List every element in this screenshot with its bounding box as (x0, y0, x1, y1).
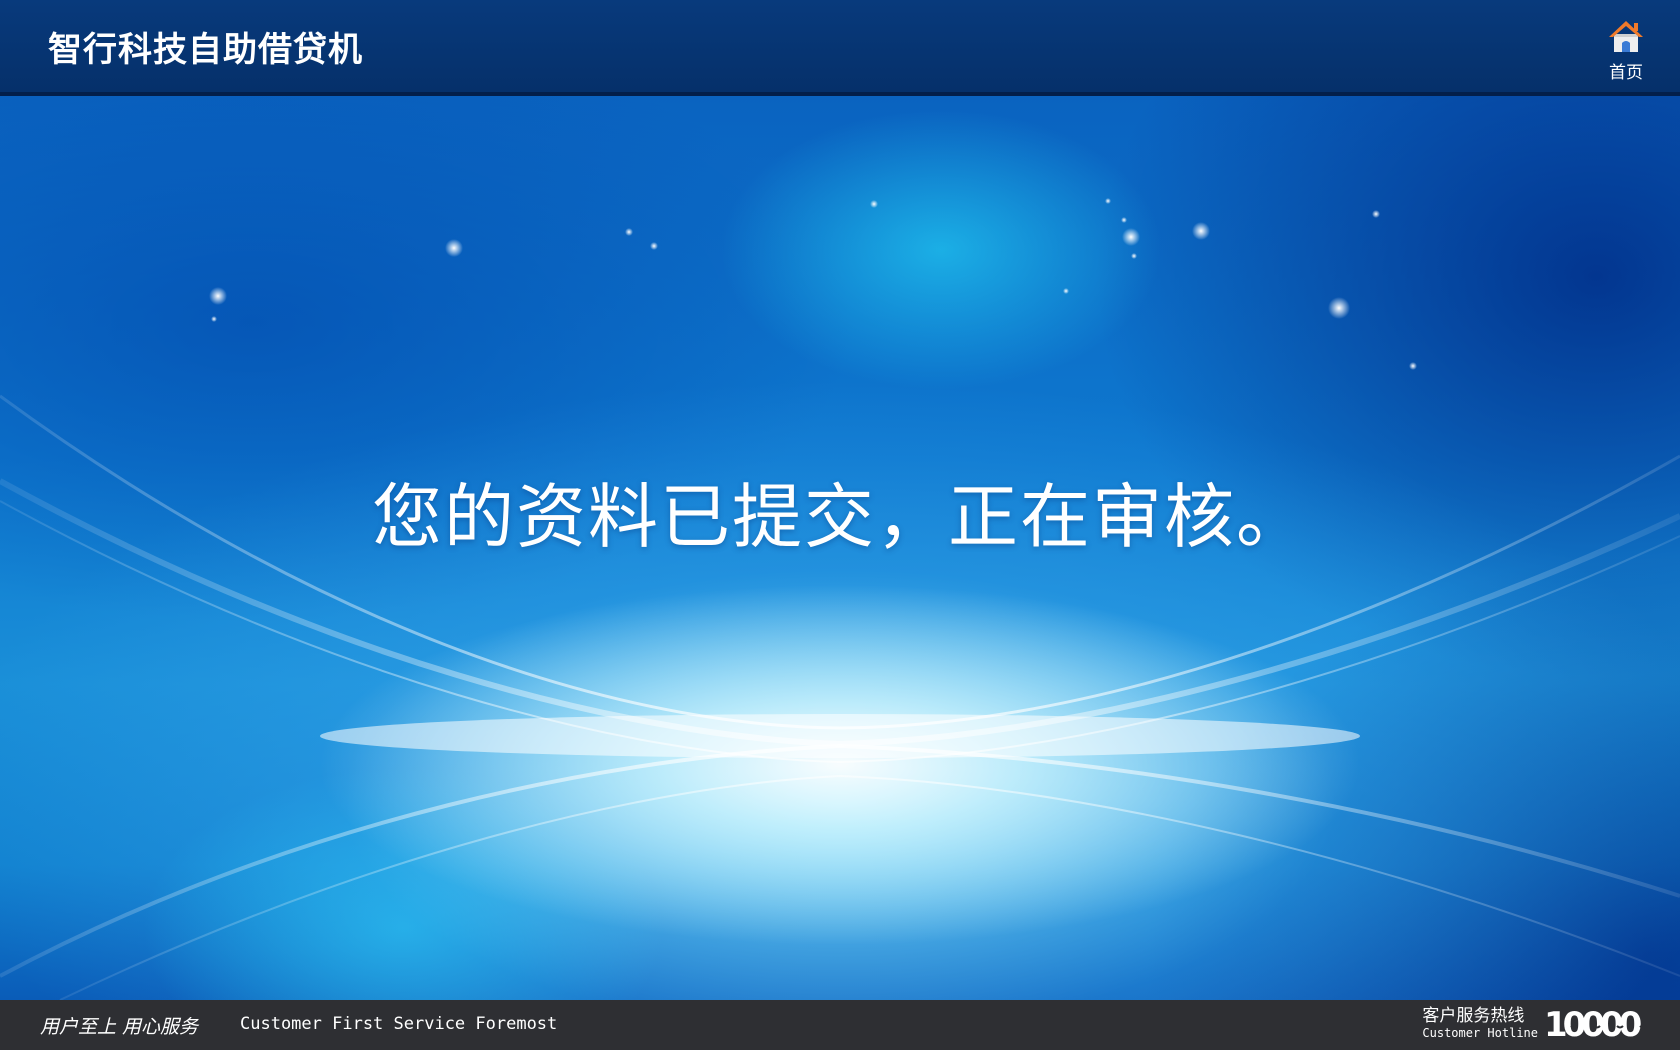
hotline-label-chinese: 客户服务热线 (1422, 1006, 1525, 1026)
home-label: 首页 (1609, 63, 1643, 83)
hotline-number-logo: 10000 (1544, 1007, 1647, 1041)
hotline-label-english: Customer Hotline (1422, 1026, 1538, 1040)
slogan-english: Customer First Service Foremost (240, 1014, 558, 1034)
svg-text:10000: 10000 (1544, 1007, 1642, 1041)
submission-status-message: 您的资料已提交，正在审核。 (372, 476, 1308, 558)
footer-bar: 用户至上 用心服务 Customer First Service Foremos… (0, 1000, 1680, 1050)
hotline-labels: 客户服务热线 Customer Hotline (1422, 1006, 1538, 1040)
header-bar: 智行科技自助借贷机 首页 (0, 0, 1680, 96)
kiosk-screen: 智行科技自助借贷机 首页 您的资料已提交，正在审核。 用户至上 用心服务 Cus… (0, 0, 1680, 1050)
app-title: 智行科技自助借贷机 (48, 30, 363, 70)
home-icon (1609, 21, 1643, 52)
main-content: 您的资料已提交，正在审核。 (0, 96, 1680, 1000)
slogan-chinese: 用户至上 用心服务 (40, 1016, 199, 1038)
home-button[interactable]: 首页 (1598, 16, 1654, 86)
